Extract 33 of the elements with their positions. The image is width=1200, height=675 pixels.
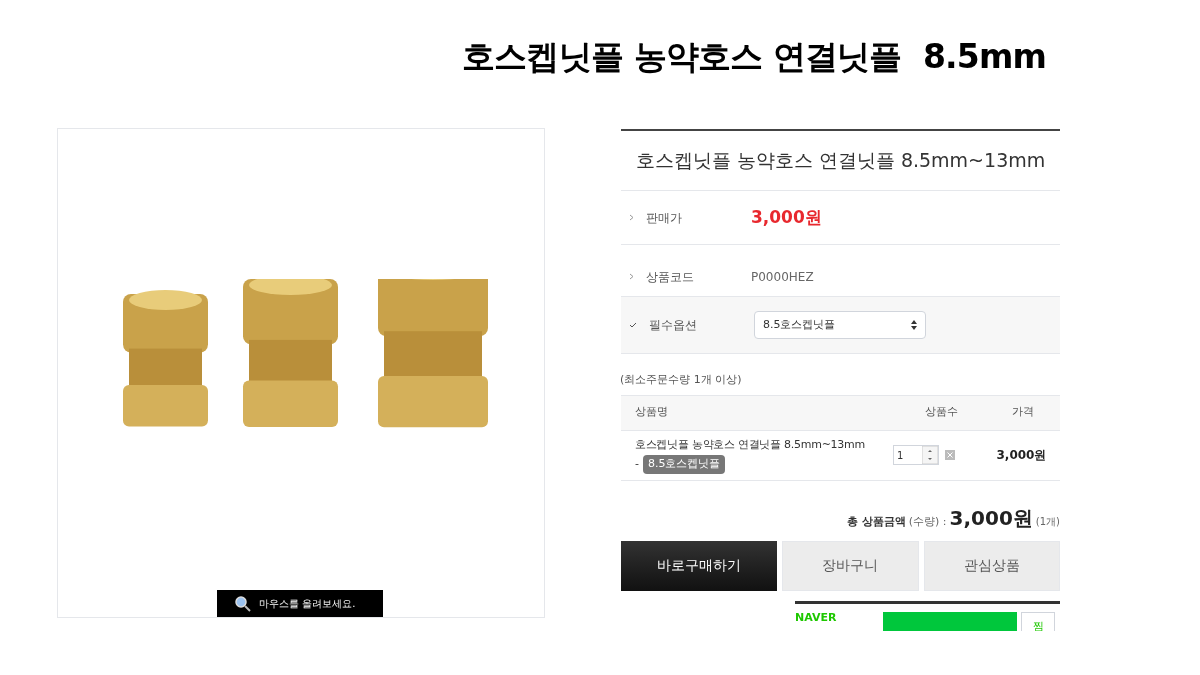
column-header: 가격 xyxy=(1011,404,1035,421)
cart-button[interactable]: 장바구니 xyxy=(782,540,919,591)
zoom-hint-text: 마우스를 올려보세요. xyxy=(259,597,356,611)
chevron-icon xyxy=(629,214,634,221)
total-label: 총 상품금액 xyxy=(846,513,906,530)
total-count: (1개) xyxy=(1035,514,1060,529)
check-icon xyxy=(629,322,637,328)
item-price: 3,000원 xyxy=(995,447,1048,464)
option-select[interactable]: 8.5호스켑닛플 xyxy=(754,311,926,339)
field-label: 필수옵션 xyxy=(649,317,698,334)
stepper-icon[interactable] xyxy=(922,446,938,464)
quantity-label: (수량) : xyxy=(908,513,947,530)
quantity-field[interactable]: 1 xyxy=(893,445,939,465)
price-value: 3,000원 xyxy=(751,205,822,229)
select-arrows-icon xyxy=(911,320,917,330)
naver-logo: NAVER xyxy=(795,611,838,623)
item-name: 호스켑닛플 농약호스 연결닛플 8.5mm~13mm xyxy=(635,436,866,453)
product-code: P0000HEZ xyxy=(751,268,814,286)
search-icon xyxy=(235,595,251,612)
close-icon[interactable] xyxy=(945,450,955,460)
min-order-note: (최소주문수량 1개 이상) xyxy=(620,372,743,388)
chevron-icon xyxy=(629,273,634,280)
field-label: 판매가 xyxy=(646,209,683,227)
total-amount: 3,000원 xyxy=(949,504,1033,532)
wishlist-button[interactable]: 관심상품 xyxy=(923,540,1060,591)
option-tag: 8.5호스켑닛플 xyxy=(643,455,726,474)
field-label: 상품코드 xyxy=(646,268,695,286)
column-header: 상품수 xyxy=(923,404,959,421)
page-title: 호스켑닛플 농약호스 연결닛플 8.5mm xyxy=(462,36,1047,78)
product-name: 호스켑닛플 농약호스 연결닛플 8.5mm~13mm xyxy=(621,131,1060,191)
buy-now-button[interactable]: 바로구매하기 xyxy=(621,540,777,591)
column-header: 상품명 xyxy=(634,404,669,421)
dash-text: - xyxy=(635,456,639,472)
